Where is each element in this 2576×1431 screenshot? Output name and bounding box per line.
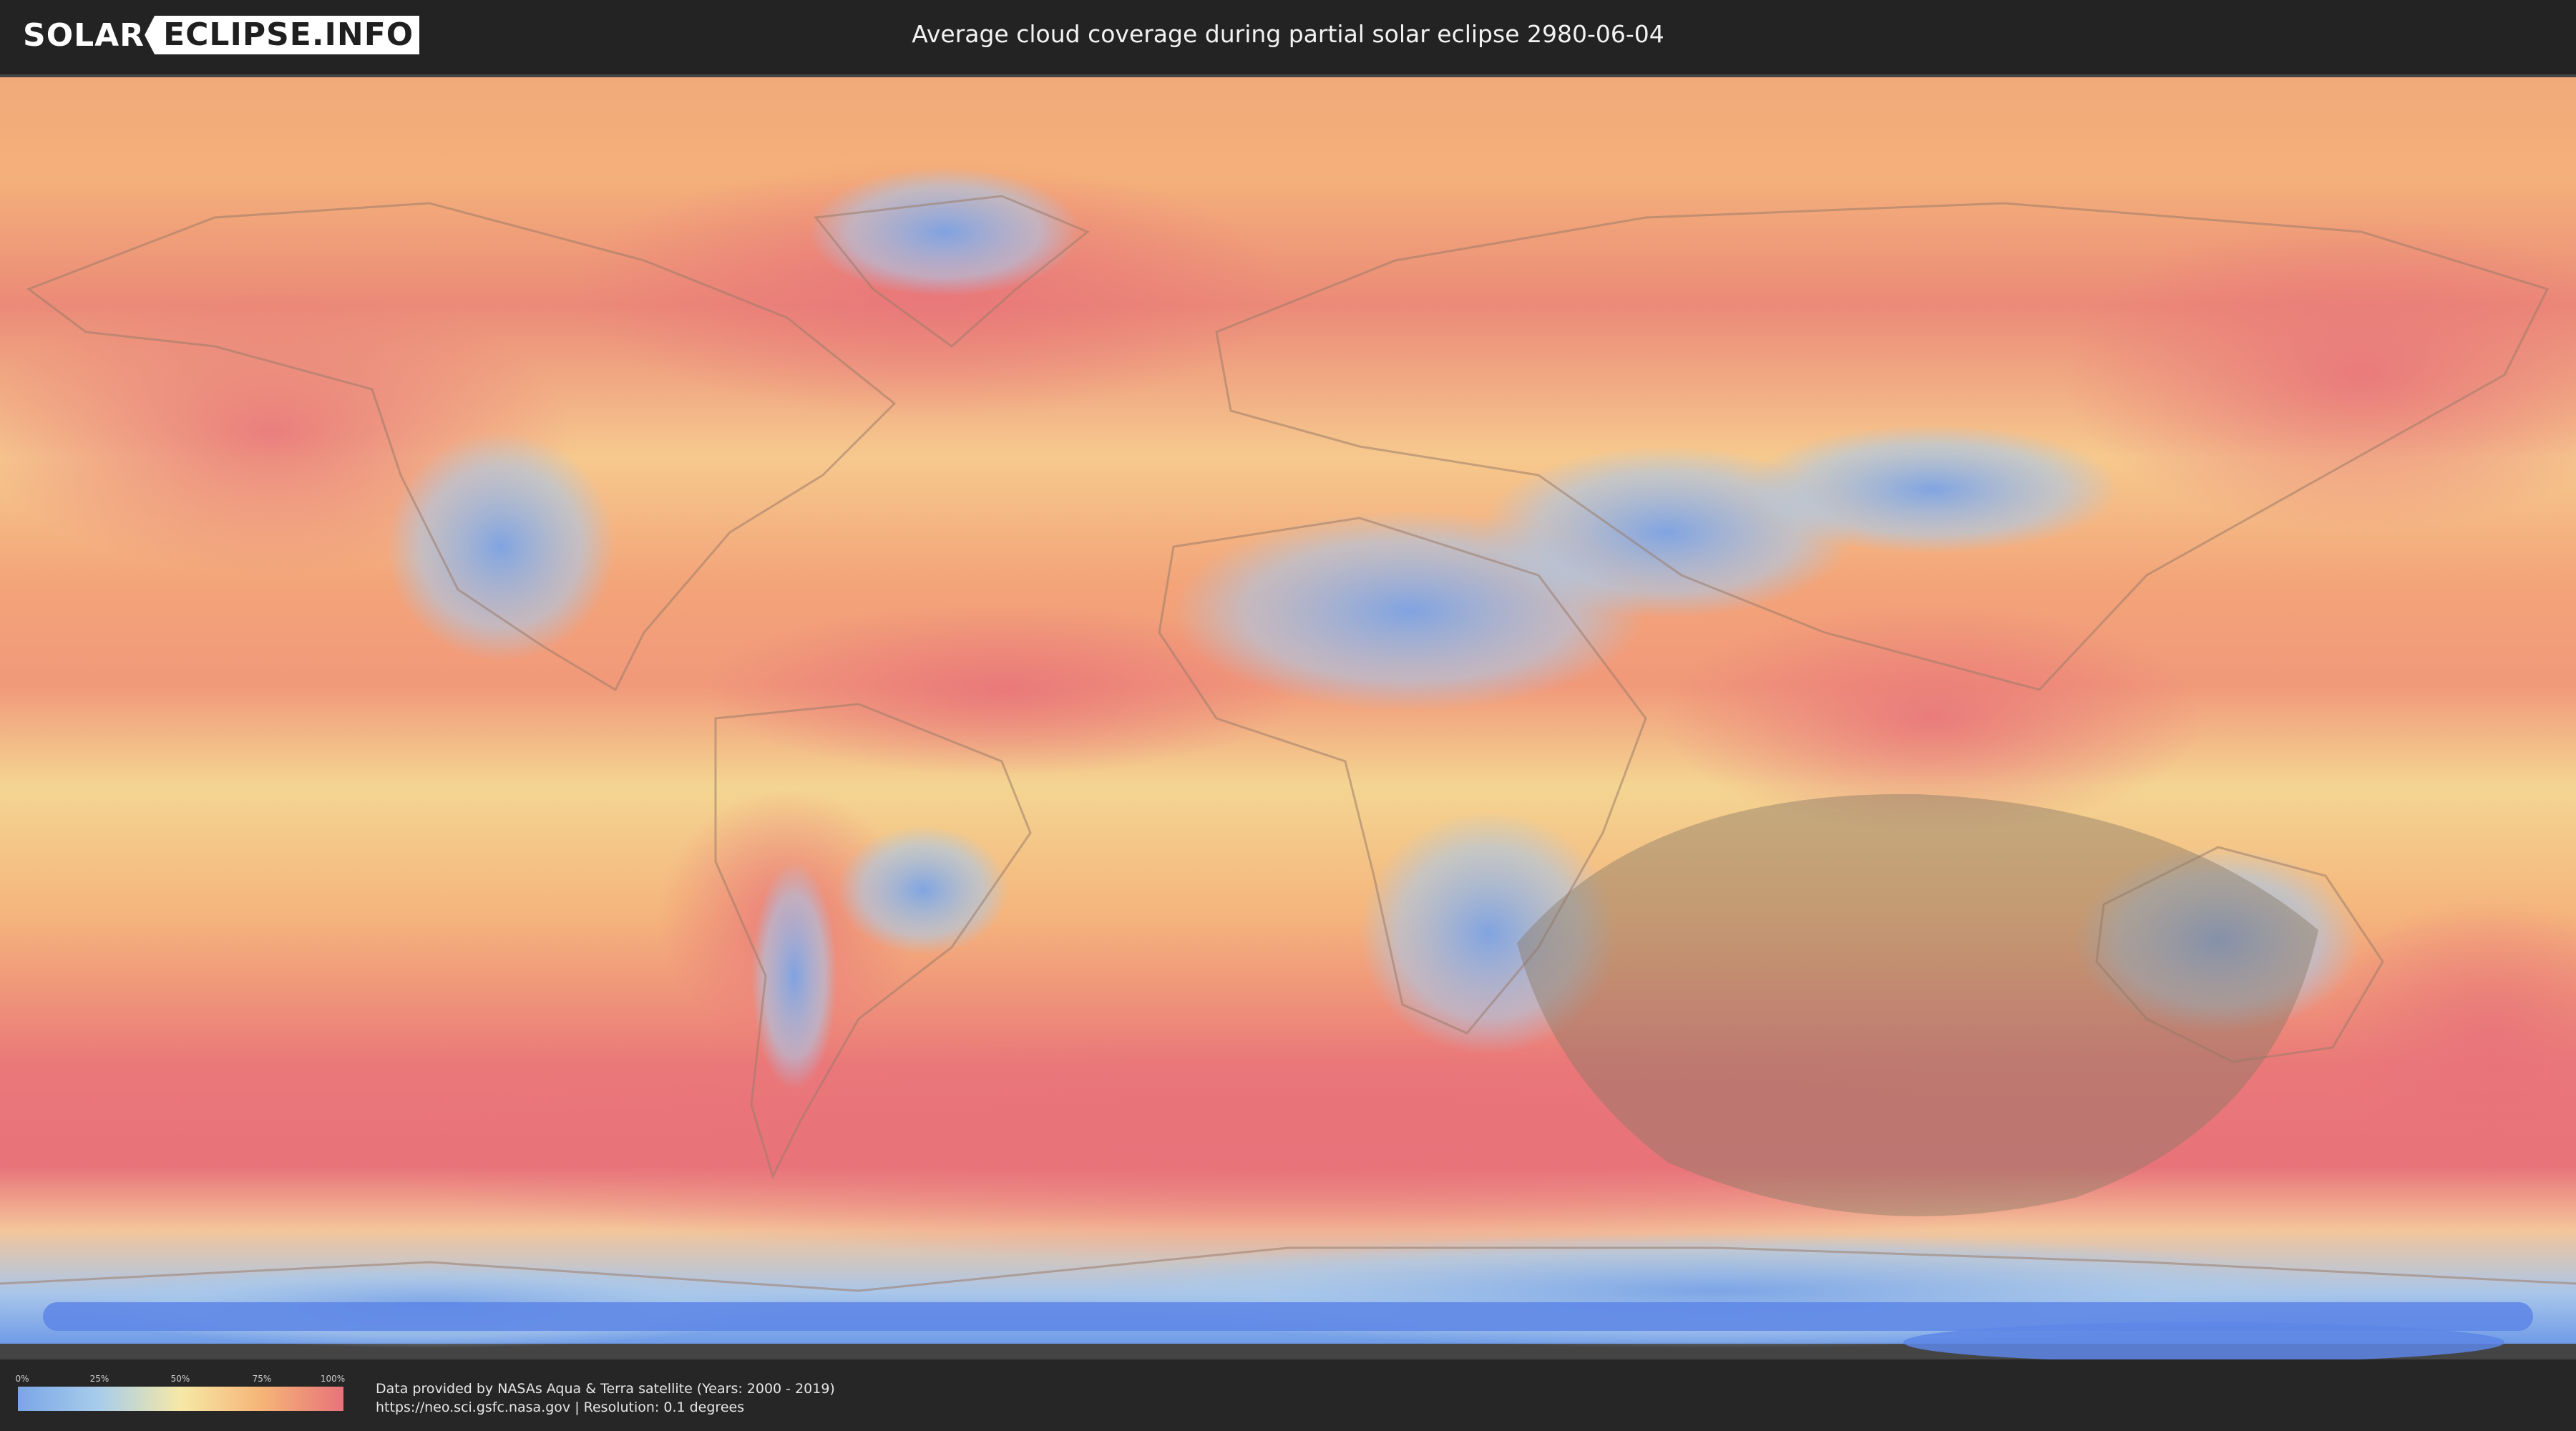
- header-bar: SOLAR ECLIPSE.INFO Average cloud coverag…: [0, 0, 2576, 72]
- legend-tick-50: 50%: [170, 1374, 190, 1384]
- antarctic-clear-band: [43, 1302, 2533, 1359]
- cloud-coverage-map[interactable]: [0, 74, 2576, 1359]
- legend-tick-25: 25%: [89, 1374, 109, 1384]
- credit-line-2: https://neo.sci.gsfc.nasa.gov | Resoluti…: [376, 1400, 745, 1415]
- page-title: Average cloud coverage during partial so…: [912, 20, 1664, 48]
- credit-line-1: Data provided by NASAs Aqua & Terra sate…: [376, 1381, 835, 1397]
- legend-gradient-bar: [18, 1387, 343, 1411]
- world-map-svg: [0, 77, 2576, 1359]
- color-legend: 0% 25% 50% 75% 100%: [15, 1374, 346, 1411]
- footer-bar: 0% 25% 50% 75% 100% Data provided by NAS…: [0, 1359, 2576, 1431]
- legend-tick-0: 0%: [15, 1374, 29, 1384]
- legend-tick-75: 75%: [252, 1374, 272, 1384]
- legend-ticks: 0% 25% 50% 75% 100%: [15, 1374, 346, 1387]
- legend-tick-100: 100%: [320, 1374, 346, 1384]
- data-credits: Data provided by NASAs Aqua & Terra sate…: [376, 1379, 835, 1417]
